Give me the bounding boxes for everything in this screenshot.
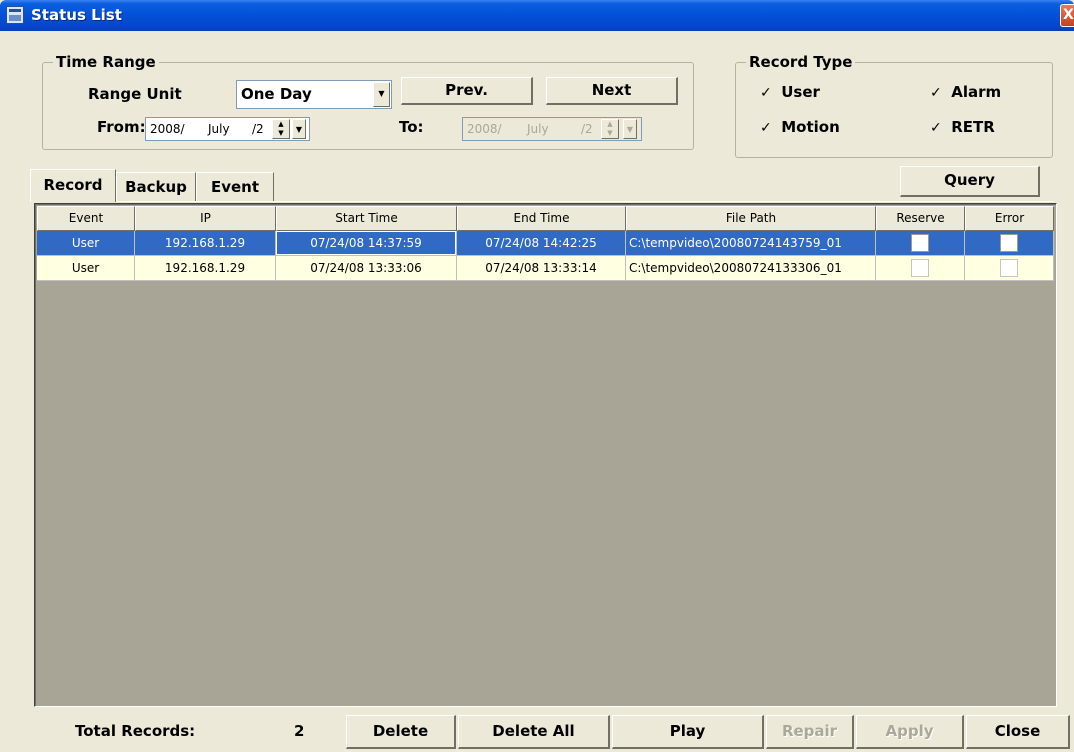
cell-ip: 192.168.1.29 [135, 231, 276, 256]
range-unit-label: Range Unit [88, 85, 182, 103]
checkmark-icon: ✓ [760, 85, 772, 101]
to-month: July [527, 122, 549, 136]
tab-backup[interactable]: Backup [116, 172, 196, 201]
retr-checkbox-label: RETR [951, 118, 995, 136]
motion-checkbox-label: Motion [781, 118, 840, 136]
checkmark-icon: ✓ [760, 120, 772, 136]
record-type-label: Record Type [746, 53, 856, 71]
cell-file-path: C:\tempvideo\20080724133306_01 [626, 256, 876, 281]
cell-start-time[interactable]: 07/24/08 14:37:59 [276, 231, 457, 256]
alarm-checkbox[interactable]: ✓ Alarm [930, 83, 1001, 101]
time-range-label: Time Range [53, 53, 159, 71]
spin-icon[interactable]: ▲ ▼ [272, 119, 290, 139]
table-row[interactable]: User 192.168.1.29 07/24/08 14:37:59 07/2… [37, 231, 1054, 256]
error-checkbox[interactable] [1000, 259, 1018, 277]
column-header-error[interactable]: Error [965, 206, 1054, 231]
alarm-checkbox-label: Alarm [951, 83, 1002, 101]
delete-all-button[interactable]: Delete All [458, 715, 610, 749]
next-button[interactable]: Next [546, 77, 678, 105]
play-button[interactable]: Play [612, 715, 764, 749]
cell-ip: 192.168.1.29 [135, 256, 276, 281]
tab-record[interactable]: Record [30, 169, 116, 202]
total-records-value: 2 [294, 722, 305, 740]
table-row[interactable]: User 192.168.1.29 07/24/08 13:33:06 07/2… [37, 256, 1054, 281]
cell-event: User [37, 256, 135, 281]
record-type-group: Record Type [735, 53, 1053, 158]
to-year: 2008/ [467, 122, 502, 136]
column-header-event[interactable]: Event [37, 206, 135, 231]
cell-event: User [37, 231, 135, 256]
checkmark-icon: ✓ [930, 85, 942, 101]
column-header-reserve[interactable]: Reserve [876, 206, 965, 231]
range-unit-value: One Day [241, 85, 312, 103]
from-day: /2 [252, 122, 264, 136]
checkmark-icon: ✓ [930, 120, 942, 136]
app-icon [6, 6, 24, 24]
cell-error [965, 256, 1054, 281]
table-header: Event IP Start Time End Time File Path R… [37, 206, 1054, 231]
cell-reserve [876, 231, 965, 256]
dropdown-arrow-icon[interactable]: ▼ [623, 119, 637, 139]
user-checkbox-label: User [781, 83, 820, 101]
spin-icon[interactable]: ▲ ▼ [601, 119, 619, 139]
user-checkbox[interactable]: ✓ User [760, 83, 820, 101]
retr-checkbox[interactable]: ✓ RETR [930, 118, 995, 136]
from-month: July [208, 122, 230, 136]
query-button[interactable]: Query [900, 166, 1040, 197]
apply-button[interactable]: Apply [856, 715, 964, 749]
column-header-ip[interactable]: IP [135, 206, 276, 231]
cell-file-path: C:\tempvideo\20080724143759_01 [626, 231, 876, 256]
footer-bar: Total Records: 2 Delete Delete All Play … [0, 712, 1074, 752]
column-header-start-time[interactable]: Start Time [276, 206, 457, 231]
cell-end-time: 07/24/08 13:33:14 [457, 256, 626, 281]
title-bar: Status List X [0, 0, 1074, 31]
to-date-picker[interactable]: 2008/ July /2 ▲ ▼ ▼ [462, 117, 642, 141]
close-icon[interactable]: X [1060, 4, 1074, 27]
total-records-label: Total Records: [75, 722, 196, 740]
tab-event[interactable]: Event [196, 172, 274, 201]
window-title: Status List [31, 6, 122, 24]
prev-button[interactable]: Prev. [401, 77, 533, 105]
record-table[interactable]: Event IP Start Time End Time File Path R… [34, 203, 1057, 707]
dropdown-arrow-icon[interactable]: ▼ [373, 82, 390, 107]
from-year: 2008/ [150, 122, 185, 136]
motion-checkbox[interactable]: ✓ Motion [760, 118, 840, 136]
cell-start-time: 07/24/08 13:33:06 [276, 256, 457, 281]
cell-error [965, 231, 1054, 256]
to-day: /2 [581, 122, 593, 136]
error-checkbox[interactable] [1000, 234, 1018, 252]
reserve-checkbox[interactable] [911, 259, 929, 277]
delete-button[interactable]: Delete [346, 715, 456, 749]
column-header-end-time[interactable]: End Time [457, 206, 626, 231]
reserve-checkbox[interactable] [911, 234, 929, 252]
from-label: From: [97, 118, 146, 136]
dropdown-arrow-icon[interactable]: ▼ [292, 119, 306, 139]
range-unit-select[interactable]: One Day ▼ [236, 80, 392, 109]
from-date-picker[interactable]: 2008/ July /2 ▲ ▼ ▼ [145, 117, 310, 141]
tab-divider [30, 201, 1054, 202]
cell-end-time: 07/24/08 14:42:25 [457, 231, 626, 256]
column-header-file-path[interactable]: File Path [626, 206, 876, 231]
cell-reserve [876, 256, 965, 281]
to-label: To: [399, 118, 424, 136]
close-button[interactable]: Close [966, 715, 1070, 749]
repair-button[interactable]: Repair [766, 715, 854, 749]
